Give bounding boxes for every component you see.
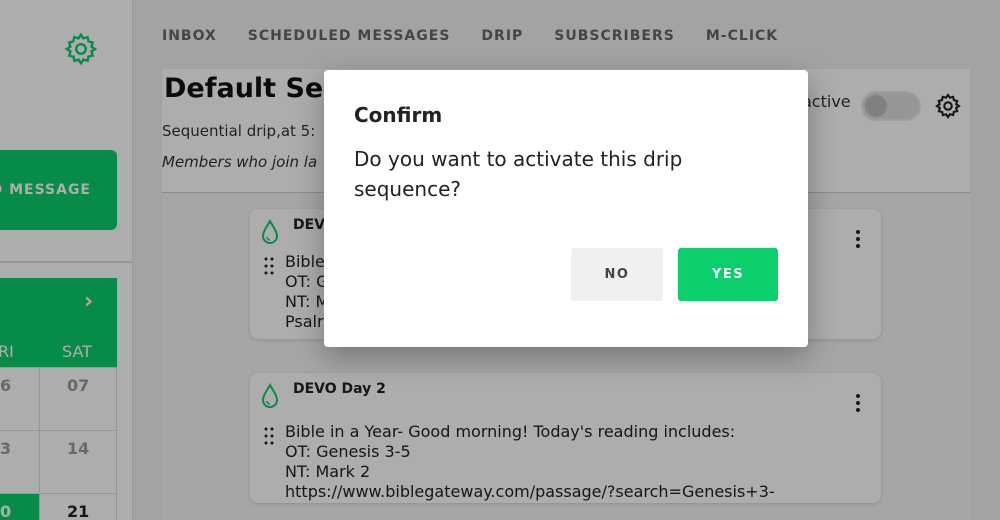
- yes-button-label: YES: [711, 267, 745, 282]
- dialog-title: Confirm: [354, 103, 443, 127]
- yes-button[interactable]: YES: [678, 248, 778, 301]
- confirm-dialog: Confirm Do you want to activate this dri…: [324, 70, 808, 347]
- dialog-message: Do you want to activate this drip sequen…: [354, 147, 683, 201]
- no-button-label: NO: [604, 267, 630, 282]
- no-button[interactable]: NO: [571, 248, 663, 301]
